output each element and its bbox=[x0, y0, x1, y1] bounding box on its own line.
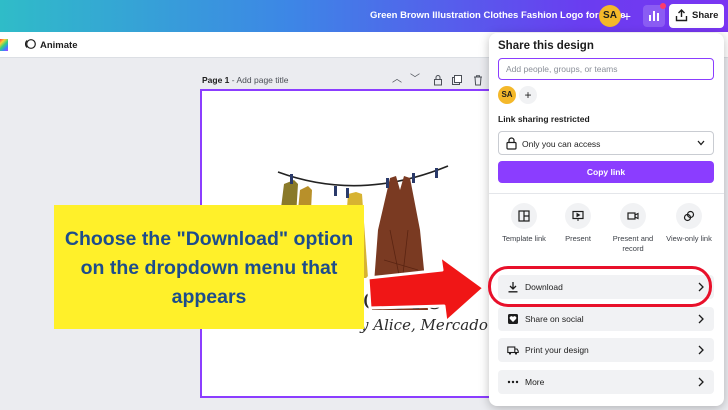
document-title[interactable]: Green Brown Illustration Clothes Fashion… bbox=[370, 10, 625, 21]
red-arrow-icon bbox=[366, 254, 486, 324]
link-icon bbox=[683, 210, 695, 222]
invite-plus-icon[interactable]: + bbox=[620, 6, 634, 26]
chevron-right-icon bbox=[698, 377, 704, 387]
panel-divider bbox=[489, 193, 724, 194]
add-people-input[interactable] bbox=[498, 58, 714, 80]
page-number: Page 1 bbox=[202, 75, 230, 85]
move-page-down-icon[interactable]: ﹀ bbox=[409, 74, 421, 86]
page-label[interactable]: Page 1 - Add page title bbox=[202, 75, 288, 85]
chevron-down-icon bbox=[697, 140, 705, 146]
option-label: Template link bbox=[502, 234, 546, 243]
animate-button[interactable]: Animate bbox=[40, 40, 77, 51]
heart-icon bbox=[508, 314, 518, 324]
more-icon bbox=[507, 380, 519, 384]
share-on-social-row[interactable]: Share on social bbox=[498, 307, 714, 331]
delete-page-icon[interactable] bbox=[472, 74, 484, 86]
option-label: Present and record bbox=[612, 234, 654, 253]
share-panel-title: Share this design bbox=[498, 40, 594, 52]
collaborator-avatar[interactable]: SA bbox=[498, 86, 516, 104]
truck-icon bbox=[507, 346, 519, 355]
lock-icon bbox=[506, 137, 517, 150]
row-label: Share on social bbox=[525, 314, 584, 324]
present-icon bbox=[572, 210, 584, 221]
notification-dot bbox=[660, 3, 666, 9]
print-design-row[interactable]: Print your design bbox=[498, 338, 714, 362]
animate-icon[interactable] bbox=[24, 38, 36, 50]
access-value: Only you can access bbox=[522, 139, 601, 149]
row-label: Print your design bbox=[525, 345, 589, 355]
copy-link-button[interactable]: Copy link bbox=[498, 161, 714, 183]
page-title-placeholder[interactable]: Add page title bbox=[237, 75, 289, 85]
access-dropdown[interactable]: Only you can access bbox=[498, 131, 714, 155]
user-avatar[interactable]: SA bbox=[599, 5, 621, 27]
move-page-up-icon[interactable]: ︿ bbox=[391, 74, 403, 86]
duplicate-page-icon[interactable] bbox=[451, 74, 463, 86]
template-icon bbox=[518, 210, 530, 222]
link-sharing-heading: Link sharing restricted bbox=[498, 114, 590, 124]
download-highlight-ring bbox=[488, 266, 712, 307]
chevron-right-icon bbox=[698, 345, 704, 355]
bar-chart-icon bbox=[649, 15, 651, 21]
upload-icon bbox=[675, 9, 688, 22]
more-row[interactable]: More bbox=[498, 370, 714, 394]
add-collaborator-button[interactable]: + bbox=[519, 86, 537, 104]
callout-text: Choose the "Download" option on the drop… bbox=[64, 228, 354, 308]
chevron-right-icon bbox=[698, 314, 704, 324]
camera-icon bbox=[627, 212, 639, 220]
row-label: More bbox=[525, 377, 545, 387]
share-button-label: Share bbox=[692, 10, 719, 21]
option-label: View-only link bbox=[666, 234, 712, 243]
color-picker-icon[interactable] bbox=[0, 39, 8, 51]
lock-page-icon[interactable] bbox=[432, 74, 444, 86]
option-label: Present bbox=[565, 234, 591, 243]
share-button[interactable]: Share bbox=[669, 4, 724, 28]
